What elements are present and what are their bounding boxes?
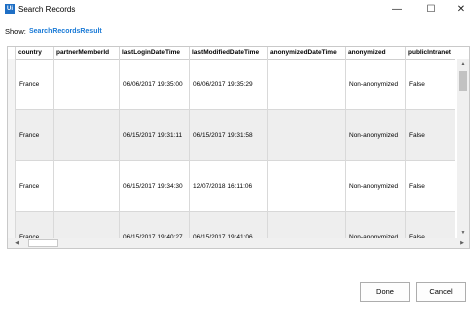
cell-country[interactable]: France <box>16 59 54 110</box>
cell-country[interactable]: France <box>16 110 54 161</box>
cell-anonymized[interactable]: Non-anonymized <box>346 110 406 161</box>
row-header[interactable] <box>8 212 16 238</box>
row-header[interactable] <box>8 110 16 161</box>
cell-publicIntranet[interactable]: False <box>406 59 455 110</box>
app-logo-icon: Ui <box>5 4 15 14</box>
show-label: Show: <box>5 27 26 36</box>
header-country[interactable]: country <box>16 47 54 59</box>
table-row[interactable]: France 06/15/2017 19:34:30 12/07/2018 16… <box>8 161 455 212</box>
row-header[interactable] <box>8 59 16 110</box>
cell-lastLoginDateTime[interactable]: 06/15/2017 19:40:27 <box>120 212 190 238</box>
maximize-button[interactable]: ☐ <box>416 0 446 19</box>
cell-partnerMemberId[interactable] <box>54 161 120 212</box>
title-bar: Ui Search Records — ☐ ✕ <box>0 0 474 19</box>
table-row[interactable]: France 06/06/2017 19:35:00 06/06/2017 19… <box>8 59 455 110</box>
row-header[interactable] <box>8 161 16 212</box>
scroll-left-icon[interactable]: ◀ <box>12 238 22 248</box>
header-lastLoginDateTime[interactable]: lastLoginDateTime <box>120 47 190 59</box>
cell-publicIntranet[interactable]: False <box>406 161 455 212</box>
scroll-down-icon[interactable]: ▼ <box>457 228 469 238</box>
cell-anonymized[interactable]: Non-anonymized <box>346 161 406 212</box>
cell-anonymizedDateTime[interactable] <box>268 110 346 161</box>
cell-lastModifiedDateTime[interactable]: 06/15/2017 19:41:06 <box>190 212 268 238</box>
cell-lastLoginDateTime[interactable]: 06/06/2017 19:35:00 <box>120 59 190 110</box>
table-row[interactable]: France 06/15/2017 19:40:27 06/15/2017 19… <box>8 212 455 238</box>
cell-anonymizedDateTime[interactable] <box>268 212 346 238</box>
minimize-button[interactable]: — <box>382 0 412 19</box>
horizontal-scroll-thumb[interactable] <box>28 239 58 247</box>
cell-lastModifiedDateTime[interactable]: 06/06/2017 19:35:29 <box>190 59 268 110</box>
cell-lastLoginDateTime[interactable]: 06/15/2017 19:34:30 <box>120 161 190 212</box>
cell-partnerMemberId[interactable] <box>54 212 120 238</box>
vertical-scroll-thumb[interactable] <box>459 71 467 91</box>
scroll-up-icon[interactable]: ▲ <box>457 59 469 69</box>
cell-anonymizedDateTime[interactable] <box>268 161 346 212</box>
vertical-scrollbar[interactable]: ▲ ▼ <box>457 59 469 238</box>
cell-lastLoginDateTime[interactable]: 06/15/2017 19:31:11 <box>120 110 190 161</box>
table-row[interactable]: France 06/15/2017 19:31:11 06/15/2017 19… <box>8 110 455 161</box>
header-publicIntranet[interactable]: publicIntranet <box>406 47 455 59</box>
close-button[interactable]: ✕ <box>446 0 474 19</box>
done-button[interactable]: Done <box>360 282 410 302</box>
cancel-button[interactable]: Cancel <box>416 282 466 302</box>
cell-anonymized[interactable]: Non-anonymized <box>346 212 406 238</box>
show-result-link[interactable]: SearchRecordsResult <box>29 26 102 38</box>
cell-country[interactable]: France <box>16 161 54 212</box>
cell-partnerMemberId[interactable] <box>54 110 120 161</box>
window-title: Search Records <box>18 5 76 14</box>
cell-anonymized[interactable]: Non-anonymized <box>346 59 406 110</box>
header-corner <box>8 47 16 59</box>
horizontal-scrollbar[interactable]: ◀ ▶ <box>8 238 469 248</box>
cell-publicIntranet[interactable]: False <box>406 212 455 238</box>
header-anonymizedDateTime[interactable]: anonymizedDateTime <box>268 47 346 59</box>
header-lastModifiedDateTime[interactable]: lastModifiedDateTime <box>190 47 268 59</box>
cell-anonymizedDateTime[interactable] <box>268 59 346 110</box>
scroll-right-icon[interactable]: ▶ <box>457 238 467 248</box>
header-partnerMemberId[interactable]: partnerMemberId <box>54 47 120 59</box>
cell-partnerMemberId[interactable] <box>54 59 120 110</box>
cell-publicIntranet[interactable]: False <box>406 110 455 161</box>
cell-lastModifiedDateTime[interactable]: 06/15/2017 19:31:58 <box>190 110 268 161</box>
header-anonymized[interactable]: anonymized <box>346 47 406 59</box>
cell-lastModifiedDateTime[interactable]: 12/07/2018 16:11:06 <box>190 161 268 212</box>
results-grid: country partnerMemberId lastLoginDateTim… <box>7 46 470 249</box>
cell-country[interactable]: France <box>16 212 54 238</box>
